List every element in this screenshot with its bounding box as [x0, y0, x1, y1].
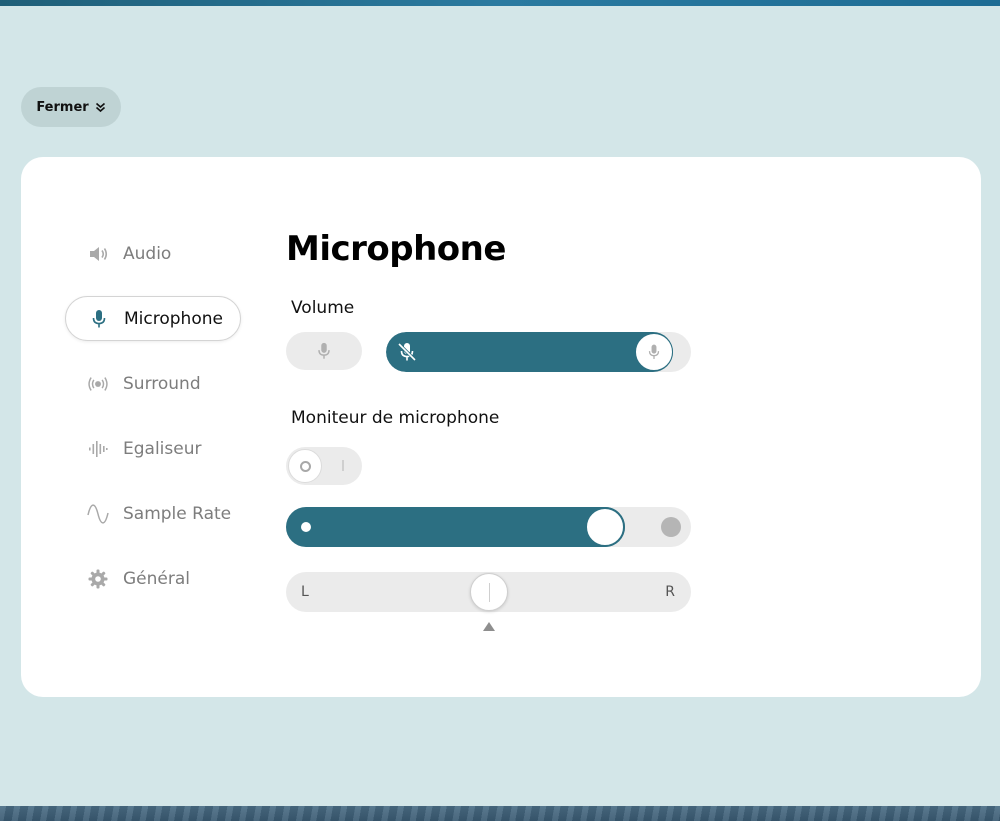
- broadcast-icon: [87, 373, 109, 395]
- on-line-icon: [342, 460, 344, 471]
- toggle-knob: [288, 449, 322, 483]
- microphone-icon: [318, 342, 330, 359]
- balance-center-marker-icon: [483, 622, 495, 631]
- monitor-level-slider[interactable]: [286, 507, 691, 547]
- volume-slider[interactable]: [386, 332, 691, 372]
- speaker-icon: [87, 243, 109, 265]
- sidebar-item-label: Audio: [123, 243, 172, 264]
- balance-slider[interactable]: L R: [286, 572, 691, 612]
- balance-left-label: L: [301, 584, 309, 600]
- waveform-icon: [87, 438, 109, 460]
- gear-icon: [87, 568, 109, 590]
- off-circle-icon: [299, 460, 311, 472]
- close-button-label: Fermer: [36, 99, 89, 115]
- volume-slider-fill: [386, 332, 673, 372]
- sidebar-item-general[interactable]: Général: [65, 556, 241, 601]
- settings-panel: Audio Microphone Surround Egaliseur Samp…: [21, 157, 981, 697]
- sidebar-item-egaliseur[interactable]: Egaliseur: [65, 426, 241, 471]
- bottom-window-strip: [0, 806, 1000, 821]
- close-button[interactable]: Fermer: [21, 87, 121, 127]
- monitor-label: Moniteur de microphone: [291, 408, 500, 428]
- sidebar-item-label: Sample Rate: [123, 503, 232, 524]
- sidebar-item-audio[interactable]: Audio: [65, 231, 241, 276]
- sidebar-item-label: Microphone: [124, 308, 223, 329]
- min-dot-icon: [301, 522, 311, 532]
- balance-right-label: R: [665, 584, 675, 600]
- microphone-icon: [88, 308, 110, 330]
- page-title: Microphone: [286, 229, 506, 269]
- sine-wave-icon: [87, 503, 109, 525]
- monitor-level-fill: [286, 507, 625, 547]
- microphone-muted-icon: [396, 341, 418, 367]
- microphone-mute-button[interactable]: [286, 332, 362, 370]
- sidebar-item-surround[interactable]: Surround: [65, 361, 241, 406]
- sidebar-item-microphone[interactable]: Microphone: [65, 296, 241, 341]
- sidebar-item-label: Surround: [123, 373, 201, 394]
- monitor-toggle[interactable]: [286, 447, 362, 485]
- volume-slider-thumb[interactable]: [635, 333, 673, 371]
- sidebar-item-label: Egaliseur: [123, 438, 202, 459]
- top-window-strip: [0, 0, 1000, 6]
- balance-slider-thumb[interactable]: [470, 573, 508, 611]
- monitor-level-thumb[interactable]: [585, 507, 625, 547]
- volume-label: Volume: [291, 298, 355, 318]
- max-dot-icon: [661, 517, 681, 537]
- sidebar-item-label: Général: [123, 568, 190, 589]
- double-chevron-down-icon: [95, 102, 105, 112]
- microphone-icon: [648, 344, 660, 359]
- sidebar-item-sample-rate[interactable]: Sample Rate: [65, 491, 241, 536]
